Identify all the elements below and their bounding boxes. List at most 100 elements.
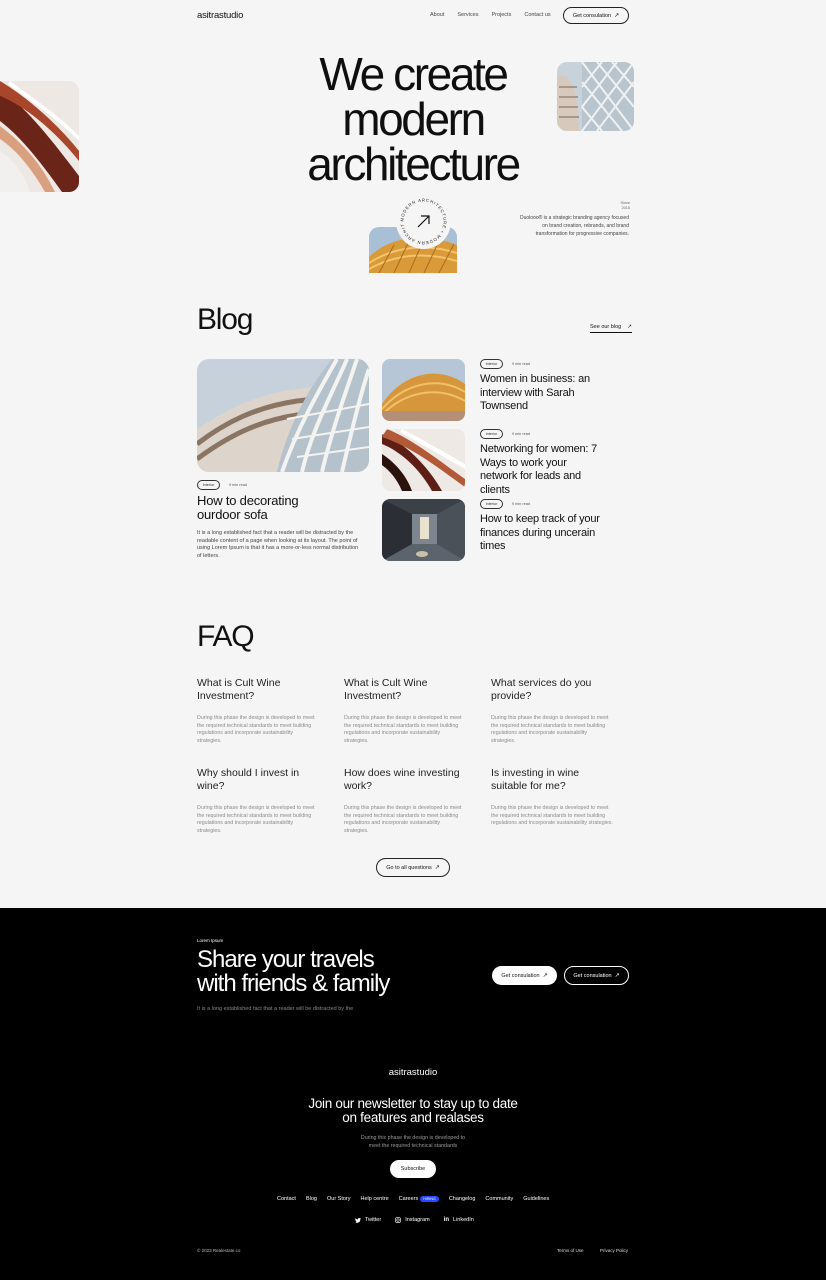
social-twitter[interactable]: Twitter [355, 1217, 381, 1223]
interior-image [382, 499, 465, 561]
faq-answer: During this phase the design is develope… [197, 715, 315, 744]
faq-question: What is Cult Wine Investment? [344, 677, 428, 702]
faq-item-2[interactable]: What is Cult Wine Investment? During thi… [344, 677, 464, 745]
faq-question: Is investing in wine suitable for me? [491, 767, 580, 792]
footer-link-blog[interactable]: Blog [306, 1196, 317, 1202]
featured-post-excerpt: It is a long established fact that a rea… [197, 530, 359, 559]
subscribe-label: Subscribe [400, 1166, 426, 1172]
faq-item-6[interactable]: Is investing in wine suitable for me? Du… [491, 767, 616, 828]
subscribe-button[interactable]: Subscribe [390, 1160, 436, 1178]
post-title-3[interactable]: How to keep track of your finances durin… [480, 513, 605, 554]
faq-answer: During this phase the design is develope… [344, 805, 462, 834]
arrow-up-right-icon: ↗ [627, 324, 632, 330]
post-tag-1[interactable]: Interior [480, 359, 503, 369]
arrow-up-right-icon [417, 215, 430, 228]
cta-eyebrow: Lorem Ipsum [197, 938, 224, 943]
post-tag-3[interactable]: Interior [480, 499, 503, 509]
featured-post-image[interactable] [197, 359, 369, 472]
footer-brand[interactable]: asitrastudio [0, 1067, 826, 1078]
faq-answer: During this phase the design is develope… [197, 805, 315, 834]
footer-section [0, 908, 826, 1280]
faq-answer: During this phase the design is develope… [491, 805, 613, 826]
cta-secondary-button[interactable]: Get consulation ↗ [564, 966, 629, 985]
badge-circle: MODERN ARCHITECTURE • MODERN ARCHITECTUR… [394, 190, 447, 246]
post-title-1[interactable]: Women in business: an interview with Sar… [480, 373, 605, 414]
see-blog-label: See our blog [590, 324, 622, 330]
facade-image [382, 359, 465, 421]
privacy-link[interactable]: Privacy Policy [600, 1248, 628, 1253]
hero-description: Duolooo® is a strategic branding agency … [519, 215, 629, 237]
hero-image-right [557, 62, 634, 131]
nav-contact[interactable]: Contact us [524, 12, 550, 18]
blog-heading: Blog [197, 303, 253, 336]
main-nav: About Services Projects Contact us [430, 12, 551, 18]
arrow-up-right-icon: ↗ [434, 865, 440, 871]
footer-link-changelog[interactable]: Changelog [449, 1196, 476, 1202]
post-read-time-2: 9 min read [512, 432, 530, 436]
nav-about[interactable]: About [430, 12, 444, 18]
faq-heading: FAQ [197, 620, 255, 653]
social-links: Twitter Instagram in LinkedIn [355, 1217, 474, 1223]
copyright: © 2023 Realestate.co [197, 1248, 241, 1253]
faq-answer: During this phase the design is develope… [491, 715, 609, 744]
faq-item-3[interactable]: What services do you provide? During thi… [491, 677, 611, 745]
featured-post-title[interactable]: How to decorating ourdoor sofa [197, 494, 337, 522]
hiring-badge: HIRING [420, 1196, 439, 1202]
cta-secondary-label: Get consulation [573, 972, 612, 979]
brand-logo[interactable]: asitrastudio [197, 10, 243, 21]
hero-title: We create modern architecture [307, 48, 521, 190]
footer-link-our-story[interactable]: Our Story [327, 1196, 351, 1202]
featured-read-time: 9 min read [229, 483, 247, 487]
careers-label: Careers [398, 1196, 419, 1202]
linkedin-icon: in [443, 1217, 450, 1223]
nav-services[interactable]: Services [457, 12, 478, 18]
cta-title: Share your travels with friends & family [197, 946, 390, 997]
faq-question: Why should I invest in wine? [197, 767, 300, 792]
building-curves-image [197, 359, 369, 472]
post-title-2[interactable]: Networking for women: 7 Ways to work you… [480, 443, 605, 497]
post-image-2[interactable] [382, 429, 465, 491]
faq-item-1[interactable]: What is Cult Wine Investment? During thi… [197, 677, 317, 745]
faq-item-5[interactable]: How does wine investing work? During thi… [344, 767, 464, 835]
get-consultation-label: Get consulation [572, 12, 612, 19]
post-read-time-1: 9 min read [512, 362, 530, 366]
linkedin-label: LinkedIn [453, 1217, 474, 1223]
arrow-up-right-icon: ↗ [542, 973, 548, 979]
footer-link-help-centre[interactable]: Help centre [361, 1196, 389, 1202]
twitter-icon [355, 1217, 361, 1223]
post-read-time-3: 9 min read [512, 502, 530, 506]
featured-post-tag[interactable]: Interior [197, 480, 220, 490]
newsletter-title: Join our newsletter to stay up to date o… [308, 1096, 518, 1125]
footer-link-guidelines[interactable]: Guidelines [523, 1196, 549, 1202]
faq-question: What services do you provide? [491, 677, 592, 702]
hero-image-left [0, 81, 79, 192]
post-image-3[interactable] [382, 499, 465, 561]
rotating-badge[interactable]: MODERN ARCHITECTURE • MODERN ARCHITECTUR… [394, 190, 451, 249]
curves-image [382, 429, 465, 491]
social-instagram[interactable]: Instagram [395, 1217, 430, 1223]
footer-link-community[interactable]: Community [485, 1196, 513, 1202]
faq-answer: During this phase the design is develope… [344, 715, 462, 744]
post-tag-2[interactable]: Interior [480, 429, 503, 439]
building-image [557, 62, 634, 131]
arrow-up-right-icon: ↗ [614, 13, 620, 19]
social-linkedin[interactable]: in LinkedIn [444, 1217, 474, 1223]
footer-link-contact[interactable]: Contact [277, 1196, 296, 1202]
cta-primary-label: Get consulation [501, 972, 540, 979]
all-questions-label: Go to all questions [386, 864, 432, 871]
faq-item-4[interactable]: Why should I invest in wine? During this… [197, 767, 317, 835]
cta-subtext: It is a long established fact that a rea… [197, 1006, 354, 1012]
footer-link-careers[interactable]: Careers HIRING [399, 1196, 439, 1202]
architecture-image [0, 81, 79, 192]
all-questions-button[interactable]: Go to all questions ↗ [376, 858, 450, 877]
get-consultation-button[interactable]: Get consulation ↗ [563, 7, 629, 24]
post-image-1[interactable] [382, 359, 465, 421]
twitter-label: Twitter [365, 1217, 382, 1223]
nav-projects[interactable]: Projects [491, 12, 511, 18]
terms-link[interactable]: Terms of Use [557, 1248, 584, 1253]
footer-links: Contact Blog Our Story Help centre Caree… [277, 1196, 549, 1202]
see-blog-link[interactable]: See our blog ↗ [590, 324, 632, 333]
cta-primary-button[interactable]: Get consulation ↗ [492, 966, 557, 985]
newsletter-subtext: During this phase the design is develope… [360, 1135, 466, 1149]
instagram-label: Instagram [405, 1217, 430, 1223]
